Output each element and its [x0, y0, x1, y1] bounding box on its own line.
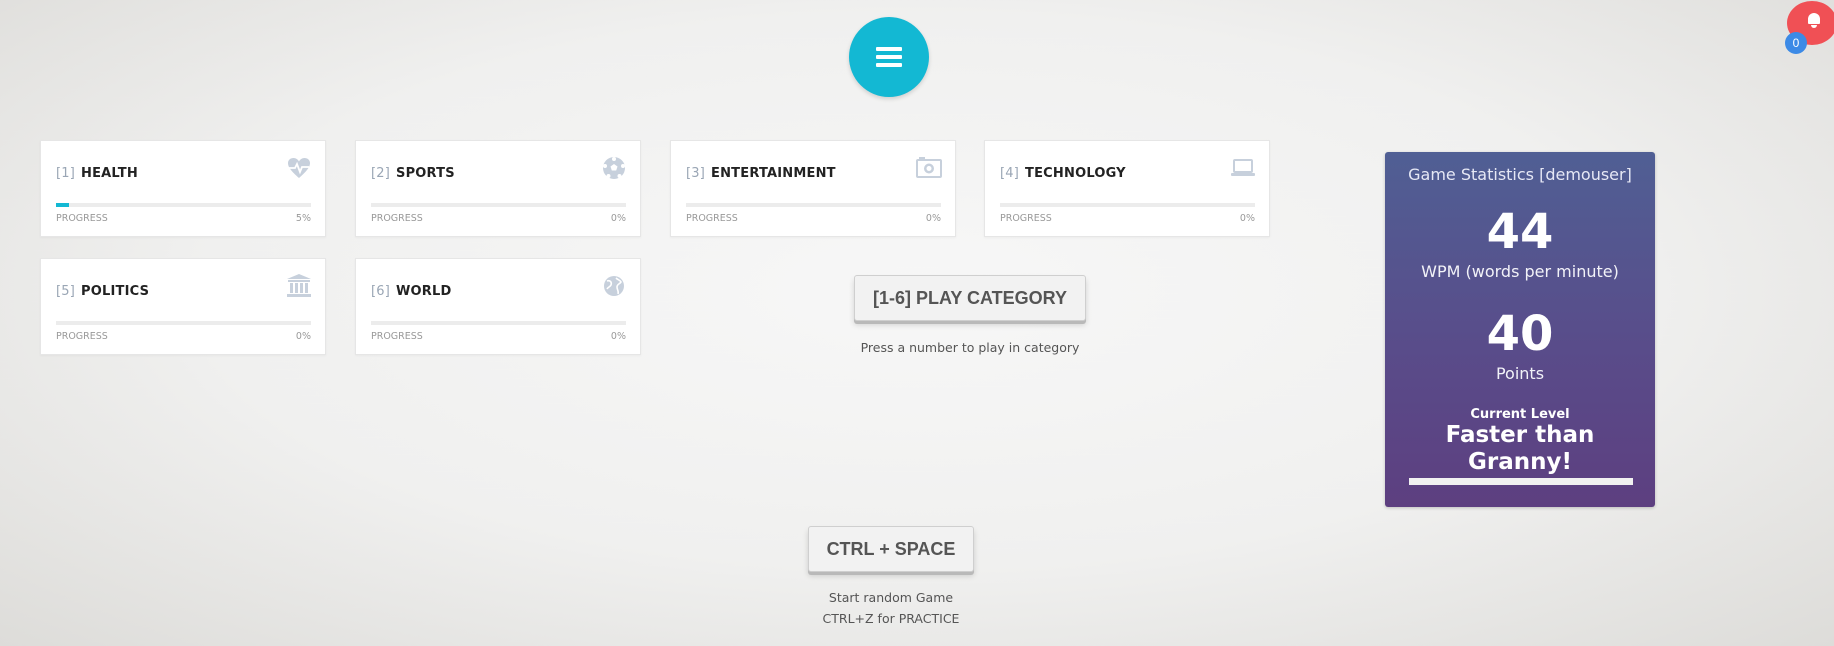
bell-icon — [1808, 13, 1820, 28]
category-title: [3] ENTERTAINMENT — [686, 166, 836, 181]
progress-label: PROGRESS — [686, 213, 738, 224]
category-title: [4] TECHNOLOGY — [1000, 166, 1126, 181]
notification-count-badge: 0 — [1785, 32, 1807, 54]
progress-value: 5% — [295, 213, 311, 224]
current-level-name: Faster than Granny! — [1445, 422, 1595, 475]
category-card-technology[interactable]: [4] TECHNOLOGY PROGRESS 0% — [984, 140, 1270, 237]
progress-value: 0% — [925, 213, 941, 224]
points-label: Points — [1495, 364, 1545, 383]
heartbeat-icon — [288, 158, 310, 178]
category-title: [1] HEALTH — [56, 166, 138, 181]
category-card-sports[interactable]: [2] SPORTS PROGRESS 0% — [355, 140, 641, 237]
progress-label: PROGRESS — [371, 213, 423, 224]
progress-label: PROGRESS — [371, 331, 423, 342]
game-statistics-panel: Game Statistics [demouser] 44 WPM (words… — [1385, 152, 1655, 507]
institution-icon — [287, 274, 311, 297]
progress-bar — [686, 203, 941, 207]
progress-bar — [1000, 203, 1255, 207]
progress-label: PROGRESS — [56, 213, 108, 224]
progress-value: 0% — [610, 331, 626, 342]
menu-button[interactable] — [849, 17, 929, 97]
category-title: [2] SPORTS — [371, 166, 455, 181]
category-card-health[interactable]: [1] HEALTH PROGRESS 5% — [40, 140, 326, 237]
category-card-politics[interactable]: [5] POLITICS PROGRESS 0% — [40, 258, 326, 355]
progress-value: 0% — [295, 331, 311, 342]
progress-value: 0% — [1239, 213, 1255, 224]
laptop-icon — [1231, 159, 1255, 176]
play-category-button[interactable]: [1-6] PLAY CATEGORY — [854, 275, 1086, 321]
progress-value: 0% — [610, 213, 626, 224]
practice-hint: CTRL+Z for PRACTICE — [822, 611, 960, 626]
category-title: [6] WORLD — [371, 284, 452, 299]
progress-label: PROGRESS — [1000, 213, 1052, 224]
random-game-button[interactable]: CTRL + SPACE — [808, 526, 974, 572]
level-progress-bar — [1409, 478, 1633, 485]
category-card-world[interactable]: [6] WORLD PROGRESS 0% — [355, 258, 641, 355]
camera-icon — [916, 157, 942, 178]
play-category-hint: Press a number to play in category — [860, 340, 1080, 355]
wpm-value: 44 — [1486, 204, 1554, 260]
category-title: [5] POLITICS — [56, 284, 150, 299]
progress-fill — [56, 203, 69, 207]
globe-icon — [604, 276, 624, 296]
stats-title: Game Statistics [demouser] — [1408, 165, 1632, 184]
progress-bar — [371, 321, 626, 325]
progress-bar — [371, 203, 626, 207]
category-card-entertainment[interactable]: [3] ENTERTAINMENT PROGRESS 0% — [670, 140, 956, 237]
current-level-label: Current Level — [1470, 407, 1570, 422]
hamburger-icon — [876, 47, 902, 67]
random-game-hint: Start random Game — [828, 590, 954, 605]
progress-bar — [56, 203, 311, 207]
progress-label: PROGRESS — [56, 331, 108, 342]
points-value: 40 — [1486, 306, 1554, 362]
progress-bar — [56, 321, 311, 325]
soccer-ball-icon — [603, 157, 625, 179]
wpm-label: WPM (words per minute) — [1421, 262, 1619, 281]
